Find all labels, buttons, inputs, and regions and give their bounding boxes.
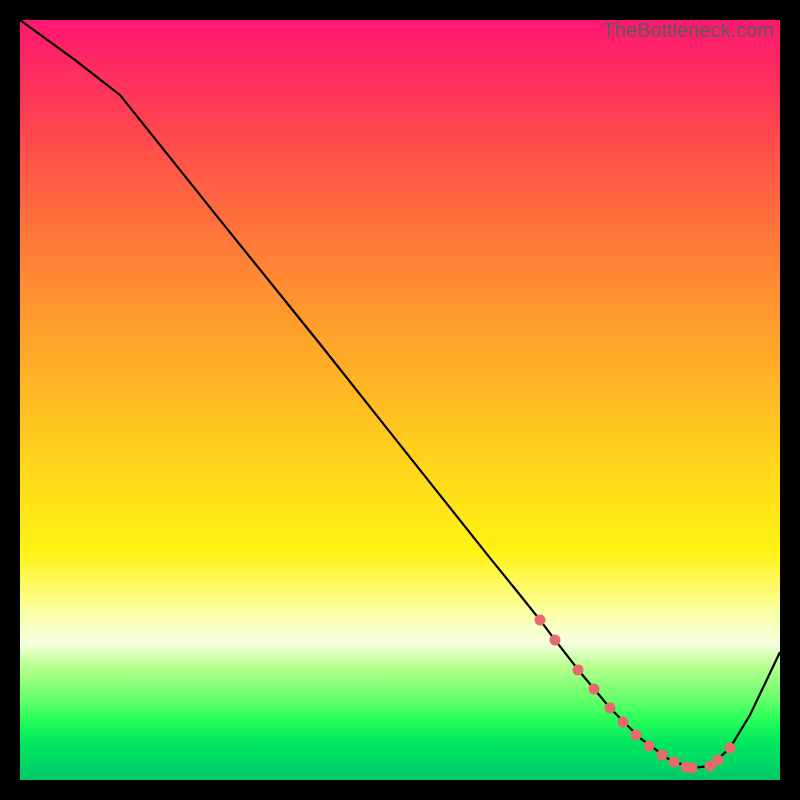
marker-dot — [725, 743, 736, 754]
plot-area: TheBottleneck.com — [20, 20, 780, 780]
marker-dot — [631, 730, 642, 741]
marker-dot — [605, 703, 616, 714]
marker-dot — [589, 684, 600, 695]
marker-dot — [657, 750, 668, 761]
marker-dot — [669, 757, 680, 768]
marker-dot — [550, 635, 561, 646]
marker-dot — [713, 755, 724, 766]
curve-svg — [20, 20, 780, 780]
main-curve — [20, 20, 780, 768]
marker-dot — [687, 763, 698, 774]
marker-dot — [644, 741, 655, 752]
marker-dot — [535, 615, 546, 626]
marker-dot — [618, 717, 629, 728]
marker-dots — [535, 615, 736, 774]
marker-dot — [573, 665, 584, 676]
chart-stage: TheBottleneck.com — [0, 0, 800, 800]
